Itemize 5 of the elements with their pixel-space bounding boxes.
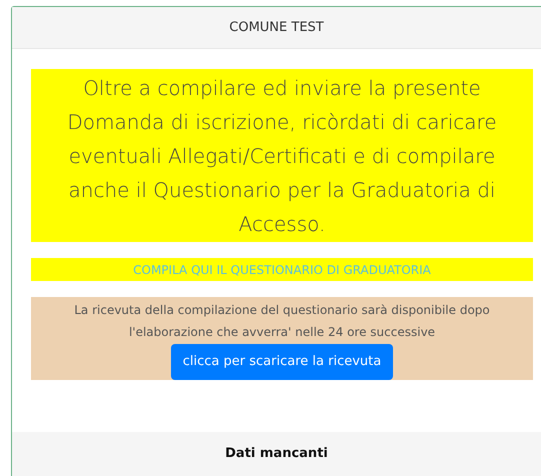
notice-text: Oltre a compilare ed inviare la presente Domanda di iscrizione, ricòrdati di caricare eventuali Allegati/Certificati e di compilare anche il Questionario per la Graduatoria di Accesso.	[66, 74, 498, 238]
missing-data-title: Dati mancanti	[225, 445, 328, 464]
receipt-text: La ricevuta della compilazione del questionario sarà disponibile dopo l'elaborazione che avverra' nelle 24 ore successive	[73, 302, 491, 341]
download-receipt-button[interactable]: clicca per scaricare la ricevuta	[170, 344, 394, 380]
municipality-title: COMUNE TEST	[229, 18, 324, 37]
